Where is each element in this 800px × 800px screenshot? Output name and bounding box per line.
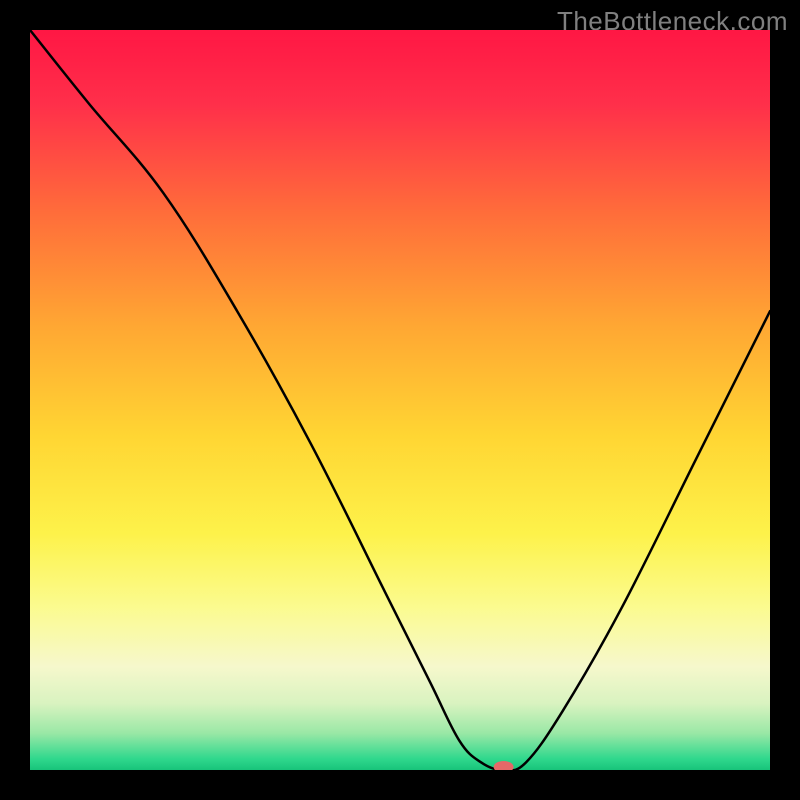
- chart-frame: TheBottleneck.com: [0, 0, 800, 800]
- plot-area: [30, 30, 770, 770]
- bottleneck-chart: [30, 30, 770, 770]
- gradient-background: [30, 30, 770, 770]
